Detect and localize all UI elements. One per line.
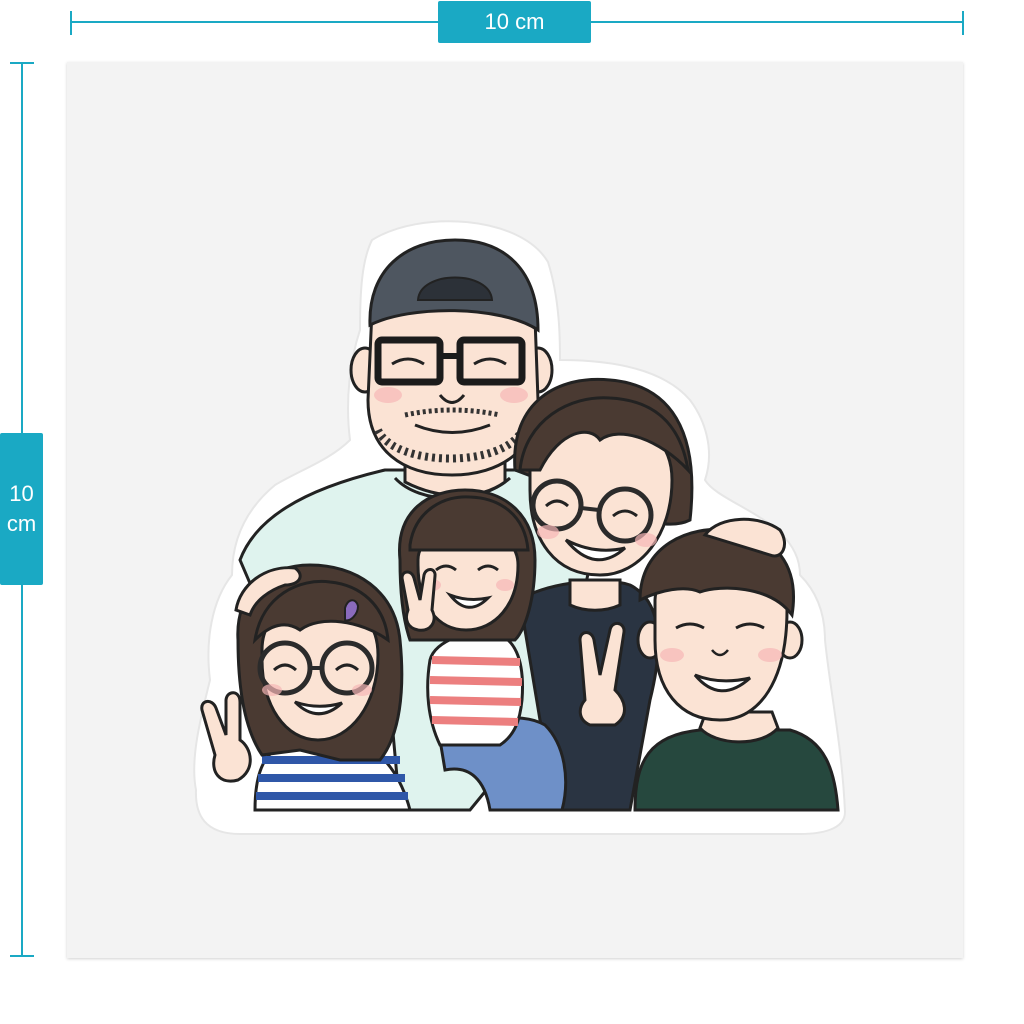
family-illustration bbox=[193, 220, 847, 835]
little-girl-shirt bbox=[426, 630, 525, 747]
